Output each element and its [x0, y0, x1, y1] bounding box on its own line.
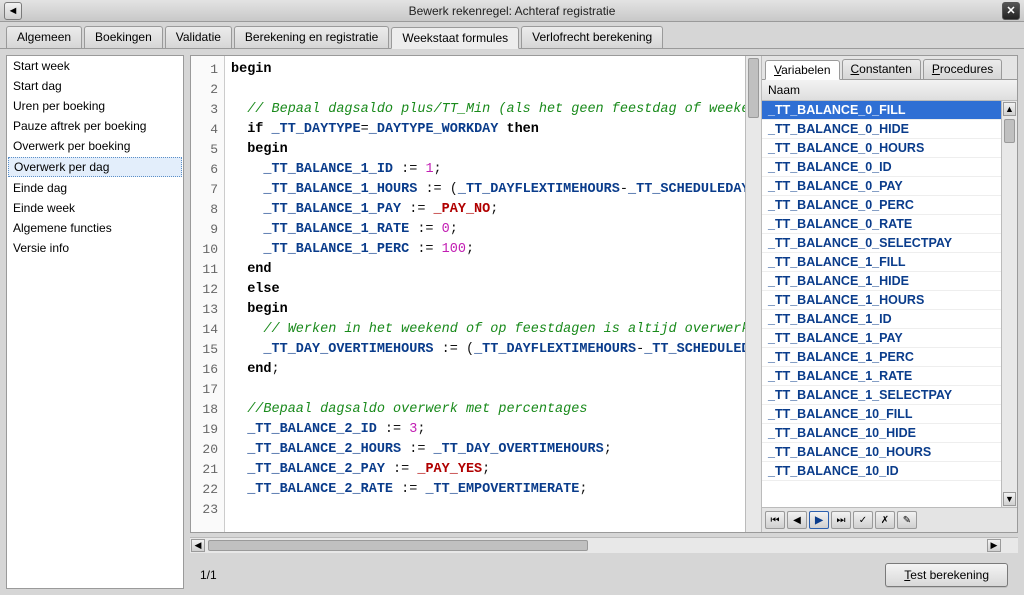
variable-vscrollbar[interactable]: ▲ ▼	[1001, 101, 1017, 507]
nav-first[interactable]: ⏮	[765, 511, 785, 529]
variable-item[interactable]: _TT_BALANCE_0_RATE	[762, 215, 1001, 234]
variable-item[interactable]: _TT_BALANCE_0_SELECTPAY	[762, 234, 1001, 253]
scroll-down-icon[interactable]: ▼	[1003, 492, 1016, 506]
code-vscrollbar[interactable]	[745, 56, 761, 532]
editor-panel: 1234567891011121314151617181920212223 be…	[190, 55, 1018, 533]
variable-item[interactable]: _TT_BALANCE_1_SELECTPAY	[762, 386, 1001, 405]
window-title: Bewerk rekenregel: Achteraf registratie	[22, 4, 1002, 18]
variable-item[interactable]: _TT_BALANCE_1_ID	[762, 310, 1001, 329]
variable-item[interactable]: _TT_BALANCE_10_HOURS	[762, 443, 1001, 462]
tab-boekingen[interactable]: Boekingen	[84, 26, 163, 48]
line-gutter: 1234567891011121314151617181920212223	[191, 56, 225, 532]
hscroll-thumb[interactable]	[208, 540, 588, 551]
variable-item[interactable]: _TT_BALANCE_1_HIDE	[762, 272, 1001, 291]
variable-items[interactable]: _TT_BALANCE_0_FILL_TT_BALANCE_0_HIDE_TT_…	[762, 101, 1001, 507]
nav-edit[interactable]: ✎	[897, 511, 917, 529]
vscroll-thumb[interactable]	[748, 58, 759, 118]
right-tab-constanten[interactable]: Constanten	[842, 59, 921, 79]
sidebar-item-overwerk-per-boeking[interactable]: Overwerk per boeking	[7, 136, 183, 156]
code-area: 1234567891011121314151617181920212223 be…	[191, 56, 761, 532]
right-tab-procedures[interactable]: Procedures	[923, 59, 1002, 79]
variable-item[interactable]: _TT_BALANCE_0_HIDE	[762, 120, 1001, 139]
tab-berekening-en-registratie[interactable]: Berekening en registratie	[234, 26, 389, 48]
variable-item[interactable]: _TT_BALANCE_0_ID	[762, 158, 1001, 177]
sidebar-item-pauze-aftrek-per-boeking[interactable]: Pauze aftrek per boeking	[7, 116, 183, 136]
nav-next[interactable]: ▶	[809, 511, 829, 529]
variable-item[interactable]: _TT_BALANCE_1_HOURS	[762, 291, 1001, 310]
scroll-left-icon[interactable]: ◀	[191, 539, 205, 552]
test-calculation-button[interactable]: Test berekening	[885, 563, 1008, 587]
page-indicator: 1/1	[200, 568, 217, 582]
sidebar-item-start-week[interactable]: Start week	[7, 56, 183, 76]
variable-list: _TT_BALANCE_0_FILL_TT_BALANCE_0_HIDE_TT_…	[762, 101, 1017, 507]
variable-item[interactable]: _TT_BALANCE_0_PERC	[762, 196, 1001, 215]
sidebar-item-algemene-functies[interactable]: Algemene functies	[7, 218, 183, 238]
tab-algemeen[interactable]: Algemeen	[6, 26, 82, 48]
nav-last[interactable]: ⏭	[831, 511, 851, 529]
tab-weekstaat-formules[interactable]: Weekstaat formules	[391, 27, 519, 49]
nav-prev[interactable]: ◀	[787, 511, 807, 529]
variable-list-header: Naam	[762, 80, 1017, 101]
main-tabs: AlgemeenBoekingenValidatieBerekening en …	[0, 22, 1024, 49]
status-row: 1/1 Test berekening	[190, 557, 1018, 589]
variable-item[interactable]: _TT_BALANCE_1_FILL	[762, 253, 1001, 272]
sidebar-item-start-dag[interactable]: Start dag	[7, 76, 183, 96]
body: Start weekStart dagUren per boekingPauze…	[0, 49, 1024, 595]
right-tabs: VariabelenConstantenProcedures	[762, 56, 1017, 80]
sidebar-item-uren-per-boeking[interactable]: Uren per boeking	[7, 96, 183, 116]
variable-item[interactable]: _TT_BALANCE_10_ID	[762, 462, 1001, 481]
record-navigator: ⏮◀▶⏭✓✗✎	[762, 507, 1017, 532]
scroll-right-icon[interactable]: ▶	[987, 539, 1001, 552]
sidebar-item-versie-info[interactable]: Versie info	[7, 238, 183, 258]
back-icon[interactable]: ◄	[4, 2, 22, 20]
app-window: ◄ Bewerk rekenregel: Achteraf registrati…	[0, 0, 1024, 595]
nav-cancel[interactable]: ✗	[875, 511, 895, 529]
variable-item[interactable]: _TT_BALANCE_10_HIDE	[762, 424, 1001, 443]
tab-verlofrecht-berekening[interactable]: Verlofrecht berekening	[521, 26, 663, 48]
scroll-up-icon[interactable]: ▲	[1003, 102, 1016, 116]
code-hscrollbar[interactable]: ◀ ▶	[190, 537, 1018, 553]
close-icon[interactable]: ✕	[1002, 2, 1020, 20]
right-panel: VariabelenConstantenProcedures Naam _TT_…	[761, 56, 1017, 532]
variable-item[interactable]: _TT_BALANCE_1_PERC	[762, 348, 1001, 367]
right-tab-variabelen[interactable]: Variabelen	[765, 60, 840, 80]
variable-item[interactable]: _TT_BALANCE_10_FILL	[762, 405, 1001, 424]
variable-scroll-thumb[interactable]	[1004, 119, 1015, 143]
titlebar: ◄ Bewerk rekenregel: Achteraf registrati…	[0, 0, 1024, 22]
sidebar-item-overwerk-per-dag[interactable]: Overwerk per dag	[8, 157, 182, 177]
variable-item[interactable]: _TT_BALANCE_0_FILL	[762, 101, 1001, 120]
tab-validatie[interactable]: Validatie	[165, 26, 232, 48]
code-editor[interactable]: begin // Bepaal dagsaldo plus/TT_Min (al…	[225, 56, 745, 532]
sidebar[interactable]: Start weekStart dagUren per boekingPauze…	[6, 55, 184, 589]
nav-confirm[interactable]: ✓	[853, 511, 873, 529]
sidebar-item-einde-week[interactable]: Einde week	[7, 198, 183, 218]
variable-item[interactable]: _TT_BALANCE_0_PAY	[762, 177, 1001, 196]
variable-item[interactable]: _TT_BALANCE_1_PAY	[762, 329, 1001, 348]
variable-item[interactable]: _TT_BALANCE_0_HOURS	[762, 139, 1001, 158]
sidebar-item-einde-dag[interactable]: Einde dag	[7, 178, 183, 198]
variable-item[interactable]: _TT_BALANCE_1_RATE	[762, 367, 1001, 386]
main-panel: 1234567891011121314151617181920212223 be…	[190, 55, 1018, 589]
